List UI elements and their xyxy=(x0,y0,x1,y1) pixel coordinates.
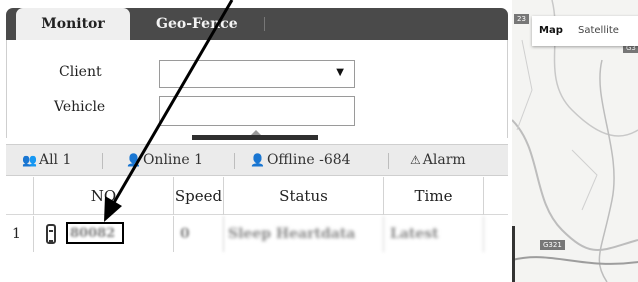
column-header-no[interactable]: NO xyxy=(34,177,174,215)
user-icon: 👤 xyxy=(126,153,141,167)
filter-all[interactable]: 👥 All 1 xyxy=(22,145,71,177)
map-type-control: Map Satellite xyxy=(532,16,638,46)
filter-alarm[interactable]: ⚠ Alarm xyxy=(410,145,466,177)
user-icon: 👤 xyxy=(250,153,265,167)
filter-alarm-label: Alarm xyxy=(422,152,466,168)
group-icon: 👥 xyxy=(22,153,37,167)
car-icon xyxy=(46,224,56,244)
table-header: NO Speed Status Time xyxy=(6,177,508,215)
vehicle-no-cell[interactable]: 80082 xyxy=(34,216,174,252)
map-view[interactable]: 23 G3 G321 Map Satellite xyxy=(512,0,638,282)
search-form: Client ▼ Vehicle xyxy=(6,40,508,138)
satellite-button[interactable]: Satellite xyxy=(578,16,619,46)
filter-offline[interactable]: 👤 Offline -684 xyxy=(250,145,351,177)
vehicle-highlight-box xyxy=(66,222,124,244)
client-label: Client xyxy=(59,64,102,80)
filter-offline-label: Offline -684 xyxy=(266,152,351,168)
tab-monitor[interactable]: Monitor xyxy=(16,8,130,40)
column-header-time[interactable]: Time xyxy=(384,177,484,215)
vehicle-input[interactable] xyxy=(159,96,355,126)
filter-divider xyxy=(102,153,103,169)
row-index: 1 xyxy=(6,216,34,252)
warning-icon: ⚠ xyxy=(410,153,421,167)
filter-all-label: All 1 xyxy=(38,152,72,168)
filter-divider xyxy=(388,153,389,169)
status-cell: Sleep Heartdata xyxy=(224,216,384,252)
map-button[interactable]: Map xyxy=(539,16,563,46)
vehicle-label: Vehicle xyxy=(54,99,106,115)
time-cell: Latest xyxy=(384,216,484,252)
tab-geo-fence[interactable]: Geo-Fence xyxy=(156,8,238,40)
tab-divider xyxy=(264,17,265,31)
tab-bar: Monitor Geo-Fence xyxy=(6,8,508,40)
road-badge: G321 xyxy=(540,240,565,250)
column-header-status[interactable]: Status xyxy=(224,177,384,215)
client-select[interactable]: ▼ xyxy=(159,60,355,88)
filter-online-label: Online 1 xyxy=(142,152,204,168)
speed-cell: 0 xyxy=(174,216,224,252)
scrollbar[interactable] xyxy=(512,226,515,282)
table-row[interactable]: 1 80082 0 Sleep Heartdata Latest xyxy=(6,216,508,254)
status-filter-bar: 👥 All 1 👤 Online 1 👤 Offline -684 ⚠ Alarm xyxy=(6,144,508,176)
monitor-panel: Monitor Geo-Fence Client ▼ Vehicle 👥 All … xyxy=(0,0,508,282)
dropdown-caret-icon: ▼ xyxy=(336,67,344,78)
filter-divider xyxy=(234,153,235,169)
road-badge: 23 xyxy=(514,14,529,24)
column-header-index xyxy=(6,177,34,215)
filter-online[interactable]: 👤 Online 1 xyxy=(126,145,203,177)
column-header-speed[interactable]: Speed xyxy=(174,177,224,215)
panel-splitter[interactable] xyxy=(192,135,318,140)
